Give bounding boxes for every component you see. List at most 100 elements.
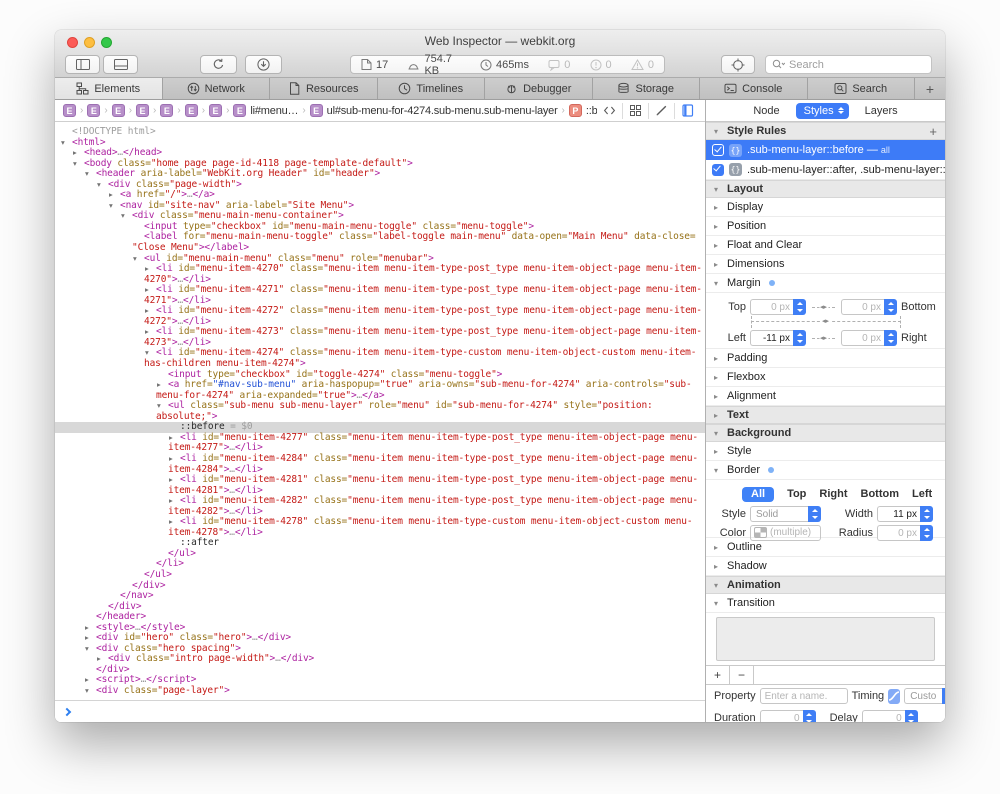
disclosure-arrow[interactable]: ▾ [85,169,96,180]
timing-curve-button[interactable] [888,689,900,704]
breadcrumb-item[interactable]: E [87,104,100,117]
tab-console[interactable]: Console [700,78,808,99]
border-width-stepper[interactable]: 11 px [877,506,933,522]
breadcrumb-item[interactable]: P::before [569,104,597,117]
border-side-all[interactable]: All [742,487,774,502]
rule-checkbox[interactable] [712,144,724,156]
pencil-icon[interactable] [648,103,674,119]
dom-tree-line[interactable]: ▾<ul class="sub-menu sub-menu-layer" rol… [55,401,705,412]
margin-right-stepper[interactable]: 0 px [841,330,897,346]
dom-tree[interactable]: <!DOCTYPE html>▾<html>▸<head>…</head>▾<b… [55,122,705,700]
dom-tree-line[interactable]: absolute;"> [55,412,705,423]
dom-tree-line[interactable]: </ul> [55,549,705,560]
tab-layers[interactable]: Layers [865,105,898,117]
download-button[interactable] [245,55,282,74]
dom-tree-line[interactable]: ▸<li id="menu-item-4278" class="menu-ite… [55,517,705,528]
tab-timelines[interactable]: Timelines [378,78,486,99]
search-input[interactable] [789,59,931,71]
breadcrumb-item[interactable]: E [112,104,125,117]
row-transition[interactable]: ▾Transition [706,594,945,613]
transition-list[interactable] [716,617,935,661]
add-transition-button[interactable]: + [706,666,730,684]
tab-storage[interactable]: Storage [593,78,701,99]
border-side-bottom[interactable]: Bottom [861,488,900,500]
breadcrumb-item[interactable]: Eli#menu… [233,104,298,117]
dom-tree-line[interactable]: </nav> [55,591,705,602]
border-style-select[interactable]: Solid [750,506,821,522]
disclosure-arrow[interactable]: ▾ [109,201,120,212]
element-picker-button[interactable] [721,55,755,74]
background-header[interactable]: ▾Background [706,424,945,442]
dom-tree-line[interactable]: ▸<li id="menu-item-4281" class="menu-ite… [55,475,705,486]
disclosure-arrow[interactable]: ▸ [85,633,96,644]
row-padding[interactable]: ▸Padding [706,349,945,368]
tab-node[interactable]: Node [753,105,779,117]
disclosure-arrow[interactable]: ▾ [85,686,96,697]
tab-styles[interactable]: Styles [796,103,849,119]
border-side-right[interactable]: Right [819,488,847,500]
disclosure-arrow[interactable]: ▸ [85,675,96,686]
dom-tree-line[interactable]: </div> [55,602,705,613]
text-header[interactable]: ▸Text [706,406,945,424]
breadcrumb-item[interactable]: Eul#sub-menu-for-4274.sub-menu.sub-menu-… [310,104,558,117]
disclosure-arrow[interactable]: ▸ [109,190,120,201]
duration-stepper[interactable]: 0 [760,710,816,722]
dom-tree-line[interactable]: ▾<div class="page-layer"> [55,686,705,697]
tab-debugger[interactable]: Debugger [485,78,593,99]
breadcrumb-item[interactable]: E [185,104,198,117]
row-shadow[interactable]: ▸Shadow [706,557,945,576]
margin-bottom-stepper[interactable]: 0 px [841,299,897,315]
margin-top-stepper[interactable]: 0 px [750,299,806,315]
remove-transition-button[interactable]: − [730,666,754,684]
row-border[interactable]: ▾Border [706,461,945,480]
margin-left-stepper[interactable]: -11 px [750,330,806,346]
disclosure-arrow[interactable]: ▾ [97,180,108,191]
dock-side-button[interactable] [65,55,100,74]
rule-checkbox[interactable] [712,164,724,176]
tab-elements[interactable]: Elements [55,78,163,99]
property-input[interactable] [760,688,848,704]
row-display[interactable]: ▸Display [706,198,945,217]
row-float-and-clear[interactable]: ▸Float and Clear [706,236,945,255]
row-dimensions[interactable]: ▸Dimensions [706,255,945,274]
timing-select[interactable]: Custo [904,688,945,704]
grid-icon[interactable] [622,103,648,119]
row-position[interactable]: ▸Position [706,217,945,236]
row-flexbox[interactable]: ▸Flexbox [706,368,945,387]
color-swatch[interactable] [754,527,767,538]
dom-tree-line[interactable]: ▸<li id="menu-item-4282" class="menu-ite… [55,496,705,507]
dom-tree-line[interactable]: ::after [55,538,705,549]
disclosure-arrow[interactable]: ▸ [73,148,84,159]
layout-header[interactable]: ▾ Layout [706,180,945,198]
tab-network[interactable]: Network [163,78,271,99]
delay-stepper[interactable]: 0 [862,710,918,722]
titlebar[interactable]: Web Inspector — webkit.org [55,30,945,52]
border-color-field[interactable]: (multiple) [750,525,821,541]
add-rule-button[interactable]: + [929,124,937,139]
toolbar-search-field[interactable] [765,55,932,74]
row-outline[interactable]: ▸Outline [706,538,945,557]
disclosure-arrow[interactable]: ▾ [61,138,72,149]
style-rule[interactable]: {} .sub-menu-layer::after, .sub-menu-lay… [706,160,945,180]
breadcrumb-item[interactable]: E [160,104,173,117]
border-side-top[interactable]: Top [787,488,806,500]
quick-console[interactable] [55,700,705,722]
row-margin[interactable]: ▾Margin [706,274,945,293]
sidebar-scroll[interactable]: ▾ Style Rules + {} .sub-menu-layer::befo… [706,122,945,722]
row-alignment[interactable]: ▸Alignment [706,387,945,406]
disclosure-arrow[interactable]: ▸ [85,623,96,634]
style-rules-header[interactable]: ▾ Style Rules + [706,122,945,140]
border-side-left[interactable]: Left [912,488,932,500]
dom-tree-line[interactable]: ▸<li id="menu-item-4284" class="menu-ite… [55,454,705,465]
dock-bottom-button[interactable] [103,55,138,74]
disclosure-arrow[interactable]: ▾ [121,211,132,222]
dom-tree-line[interactable]: <!DOCTYPE html> [55,127,705,138]
inspect-icon[interactable] [674,103,701,119]
breadcrumb-item[interactable]: E [209,104,222,117]
disclosure-arrow[interactable]: ▾ [133,254,144,265]
dom-tree-line[interactable]: ▸<li id="menu-item-4277" class="menu-ite… [55,433,705,444]
tab-resources[interactable]: Resources [270,78,378,99]
dom-tree-line[interactable]: ▸<div class="intro page-width">…</div> [55,654,705,665]
new-tab-button[interactable]: + [915,78,945,99]
breadcrumb-item[interactable]: E [63,104,76,117]
